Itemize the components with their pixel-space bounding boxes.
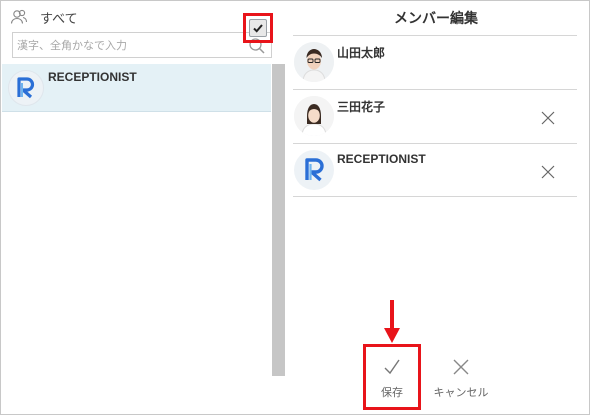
group-icon [10, 8, 28, 26]
save-label: 保存 [381, 386, 403, 399]
close-icon [541, 165, 555, 179]
check-icon [253, 24, 263, 33]
candidate-panel: すべて RECEPTIONIST [2, 2, 285, 376]
receptionist-logo-icon [294, 150, 334, 190]
member-edit-dialog: すべて RECEPTIONIST [0, 0, 590, 415]
close-icon [541, 111, 555, 125]
avatar [294, 96, 334, 136]
avatar [294, 42, 334, 82]
member-name: 三田花子 [337, 100, 386, 114]
candidate-row[interactable]: RECEPTIONIST [2, 64, 271, 112]
receptionist-logo-icon [8, 70, 44, 106]
member-name: 山田太郎 [337, 46, 386, 60]
member-row: RECEPTIONIST [293, 143, 577, 197]
cancel-label: キャンセル [433, 386, 489, 399]
page-title: メンバー編集 [394, 11, 478, 27]
member-row: 山田太郎 [293, 35, 577, 89]
candidate-name: RECEPTIONIST [48, 70, 137, 84]
remove-member-button[interactable] [541, 110, 555, 125]
all-filter-label[interactable]: すべて [40, 8, 78, 27]
down-arrow-annotation-icon [384, 300, 400, 343]
search-input[interactable] [13, 33, 243, 57]
check-icon [384, 359, 400, 375]
save-button[interactable]: 保存 [362, 353, 422, 405]
scrollbar[interactable] [272, 64, 285, 376]
close-icon [453, 359, 469, 375]
cancel-button[interactable]: キャンセル [431, 353, 491, 405]
remove-member-button[interactable] [541, 164, 555, 179]
search-box [12, 32, 272, 58]
member-name: RECEPTIONIST [337, 152, 426, 166]
member-row: 三田花子 [293, 89, 577, 143]
candidate-checkbox[interactable] [249, 19, 267, 37]
